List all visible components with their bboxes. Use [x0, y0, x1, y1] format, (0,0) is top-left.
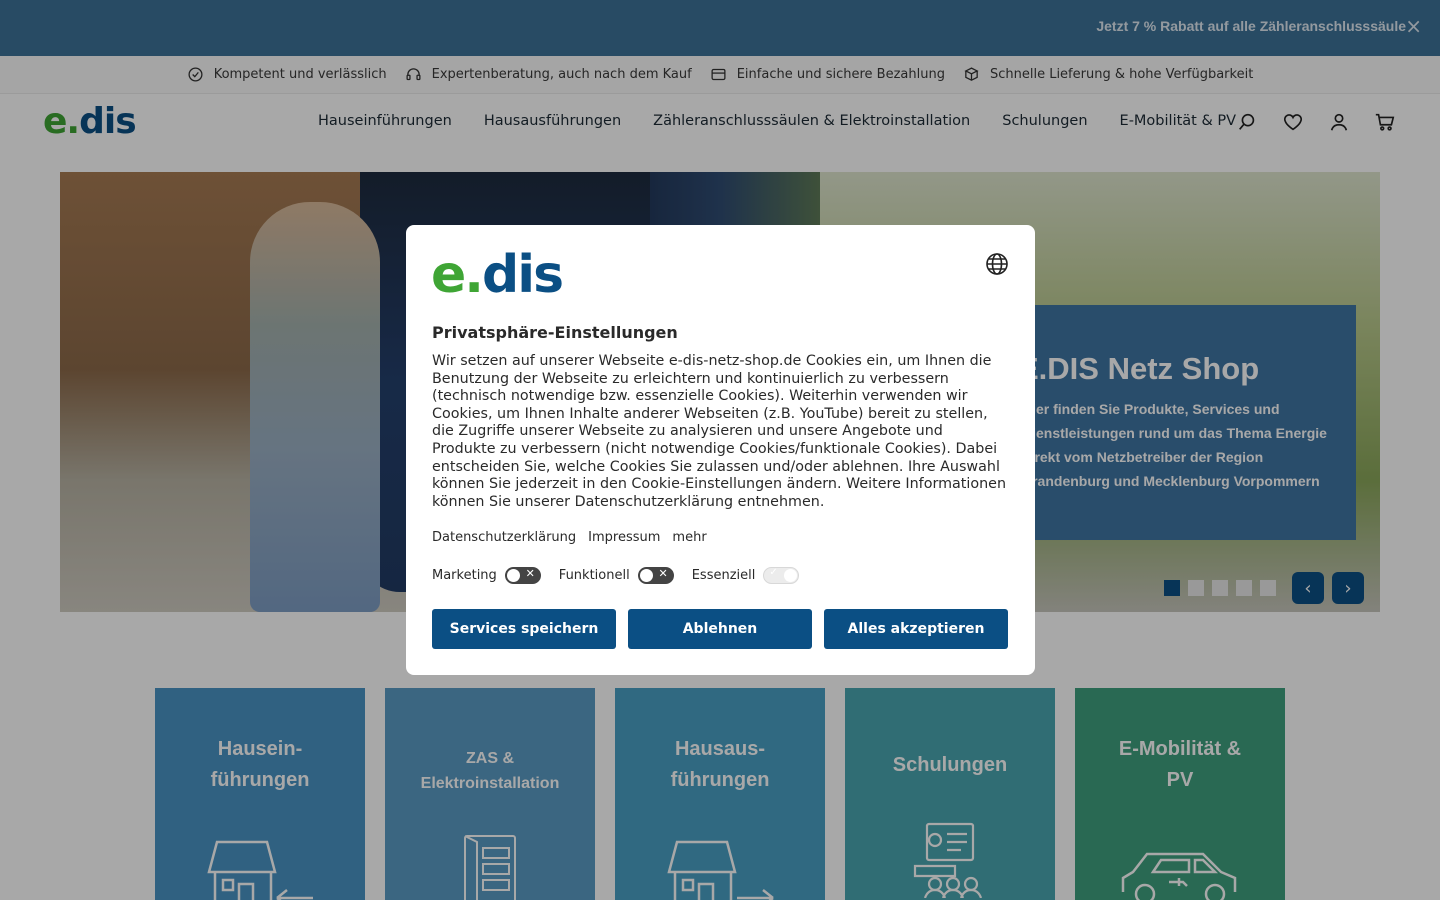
globe-icon[interactable]: [985, 252, 1009, 276]
essential-toggle: ✓: [763, 567, 800, 584]
modal-buttons: Services speichern Ablehnen Alles akzept…: [432, 609, 1008, 649]
cookie-consent-dialog: e.dis Privatsphäre-Einstellungen Wir set…: [406, 225, 1035, 675]
toggle-group: Essenziell ✓: [692, 567, 800, 584]
accept-all-button[interactable]: Alles akzeptieren: [824, 609, 1008, 649]
imprint-link[interactable]: Impressum: [588, 530, 660, 545]
modal-links: Datenschutzerklärung Impressum mehr: [432, 530, 707, 545]
modal-title: Privatsphäre-Einstellungen: [432, 323, 678, 342]
privacy-link[interactable]: Datenschutzerklärung: [432, 530, 576, 545]
consent-toggles: Marketing ✕ Funktionell ✕ Essenziell ✓: [432, 567, 800, 584]
toggle-group: Funktionell ✕: [559, 567, 674, 584]
reject-button[interactable]: Ablehnen: [628, 609, 812, 649]
logo-green: e.: [431, 245, 484, 305]
logo-blue: dis: [482, 245, 564, 305]
toggle-label: Marketing: [432, 568, 497, 583]
marketing-toggle[interactable]: ✕: [504, 567, 541, 584]
modal-logo: e.dis: [431, 245, 564, 305]
more-link[interactable]: mehr: [672, 530, 706, 545]
save-services-button[interactable]: Services speichern: [432, 609, 616, 649]
modal-body: Wir setzen auf unserer Webseite e-dis-ne…: [432, 353, 1007, 510]
toggle-group: Marketing ✕: [432, 567, 541, 584]
toggle-label: Funktionell: [558, 568, 630, 583]
functional-toggle[interactable]: ✕: [637, 567, 674, 584]
toggle-label: Essenziell: [691, 568, 756, 583]
